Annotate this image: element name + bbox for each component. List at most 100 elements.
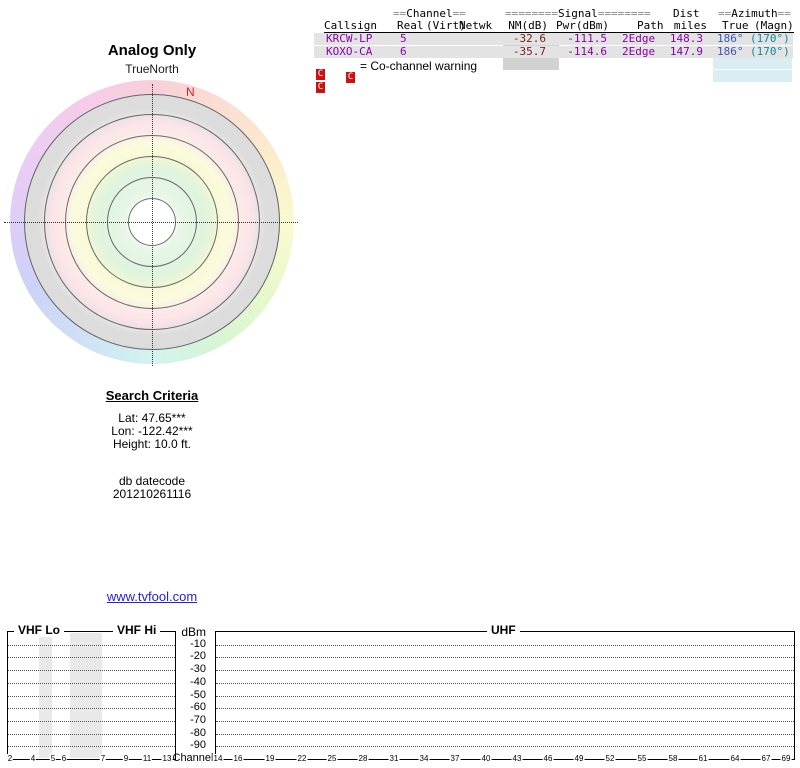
co-channel-legend: C = Co-channel warning (314, 59, 614, 83)
vhf-hi-section-label: VHF Hi (113, 624, 161, 637)
dbm-tick: -70 (190, 713, 206, 726)
uhf-channel-tick: 16 (232, 754, 244, 763)
path-cell: 2Edge (622, 32, 656, 45)
gridline (216, 682, 794, 684)
dbm-tick: -20 (190, 650, 206, 663)
height-value: Height: 10.0 ft. (112, 437, 192, 451)
azimuth-highlight (713, 57, 792, 69)
col-header-pwr: Pwr(dBm) (556, 19, 609, 32)
crosshair-vertical (152, 84, 153, 366)
gridline (8, 720, 175, 722)
vhf-channel-tick: 4 (29, 754, 37, 763)
vhf-channel-tick: 6 (60, 754, 68, 763)
gridline (8, 708, 175, 710)
uhf-channel-tick: 58 (667, 754, 679, 763)
col-header-real: Real (397, 19, 424, 32)
dbm-tick: -40 (190, 675, 206, 688)
gridline (216, 708, 794, 710)
vhf-lo-section-label: VHF Lo (14, 624, 64, 637)
real-channel-cell: 6 (400, 45, 407, 58)
uhf-channel-tick: 37 (449, 754, 461, 763)
pwr-cell: -114.6 (567, 45, 607, 58)
search-criteria: Search Criteria Lat: 47.65*** Lon: -122.… (52, 388, 252, 501)
gridline (216, 695, 794, 697)
azimuth-highlight (713, 70, 792, 82)
gridline (8, 682, 175, 684)
uhf-panel (215, 631, 795, 760)
vhf-panel (7, 631, 176, 760)
col-header-netwk: Netwk (459, 19, 493, 32)
legend-text: = Co-channel warning (360, 59, 478, 73)
uhf-channel-tick: 40 (480, 754, 492, 763)
dbm-tick: -30 (190, 663, 206, 676)
uhf-channel-tick: 25 (326, 754, 338, 763)
tvfool-link-wrap: www.tvfool.com (52, 589, 252, 604)
gridline (216, 720, 794, 722)
col-header-miles: miles (673, 19, 707, 32)
uhf-channel-tick: 61 (697, 754, 709, 763)
table-row[interactable]: C KRCW-LP 5 -32.6 -111.5 2Edge 148.3 186… (314, 32, 793, 80)
magn-azimuth-cell: (170°) (750, 32, 790, 45)
true-azimuth-cell: 186° (717, 32, 744, 45)
db-datecode-value: 201210261116 (112, 487, 192, 501)
pwr-cell: -111.5 (567, 32, 607, 45)
station-table: ==Channel== ========Signal======== Dist … (314, 8, 796, 93)
gridline (216, 733, 794, 735)
uhf-channel-tick: 67 (760, 754, 772, 763)
dbm-tick: -80 (190, 726, 206, 739)
vhf-channel-tick: 11 (141, 754, 153, 763)
gridline (8, 695, 175, 697)
gridline (216, 644, 794, 646)
uhf-channel-tick: 55 (636, 754, 648, 763)
gridline (216, 657, 794, 659)
crosshair-horizontal (4, 222, 298, 223)
dbm-tick: -10 (190, 637, 206, 650)
north-marker: N (186, 85, 195, 99)
magn-azimuth-cell: (170°) (750, 45, 790, 58)
true-azimuth-cell: 186° (717, 45, 744, 58)
uhf-channel-tick: 19 (264, 754, 276, 763)
radar-plot: N (0, 0, 300, 380)
gridline (216, 746, 794, 748)
gridline (8, 657, 175, 659)
uhf-channel-tick: 22 (296, 754, 308, 763)
col-header-true: True (722, 19, 749, 32)
nm-cell: -35.7 (512, 45, 546, 58)
vhf-channel-tick: 5 (49, 754, 57, 763)
dbm-tick: -50 (190, 688, 206, 701)
uhf-channel-tick: 49 (573, 754, 585, 763)
col-header-magn: (Magn) (754, 19, 794, 32)
vhf-channel-tick: 2 (6, 754, 14, 763)
table-row[interactable]: C KOXO-CA 6 -35.7 -114.6 2Edge 147.9 186… (314, 45, 793, 93)
uhf-channel-tick: 34 (418, 754, 430, 763)
uhf-channel-tick: 46 (542, 754, 554, 763)
gridline (216, 670, 794, 672)
dbm-tick: -90 (190, 739, 206, 752)
callsign-cell: KRCW-LP (326, 32, 373, 45)
channel-axis-label: Channel (172, 752, 214, 764)
legend-flag: C (346, 72, 355, 83)
col-header-path: Path (637, 19, 664, 32)
callsign-cell: KOXO-CA (326, 45, 373, 58)
col-header-nm: NM(dB) (508, 19, 548, 32)
real-channel-cell: 5 (400, 32, 407, 45)
uhf-channel-tick: 43 (511, 754, 523, 763)
uhf-channel-tick: 14 (212, 754, 224, 763)
uhf-channel-tick: 52 (604, 754, 616, 763)
gridline (8, 733, 175, 735)
vhf-channel-tick: 7 (99, 754, 107, 763)
nm-cell: -32.6 (512, 32, 546, 45)
miles-cell: 147.9 (669, 45, 703, 58)
dbm-tick: -60 (190, 701, 206, 714)
gridline (8, 644, 175, 646)
miles-cell: 148.3 (669, 32, 703, 45)
uhf-section-label: UHF (487, 624, 520, 637)
uhf-channel-tick: 69 (780, 754, 792, 763)
search-criteria-heading: Search Criteria (105, 388, 199, 403)
tvfool-link[interactable]: www.tvfool.com (107, 589, 197, 604)
gridline (8, 746, 175, 748)
vhf-channel-tick: 9 (122, 754, 130, 763)
col-header-callsign: Callsign (324, 19, 377, 32)
tvfool-report: ==Channel== ========Signal======== Dist … (0, 0, 800, 768)
path-cell: 2Edge (622, 45, 656, 58)
